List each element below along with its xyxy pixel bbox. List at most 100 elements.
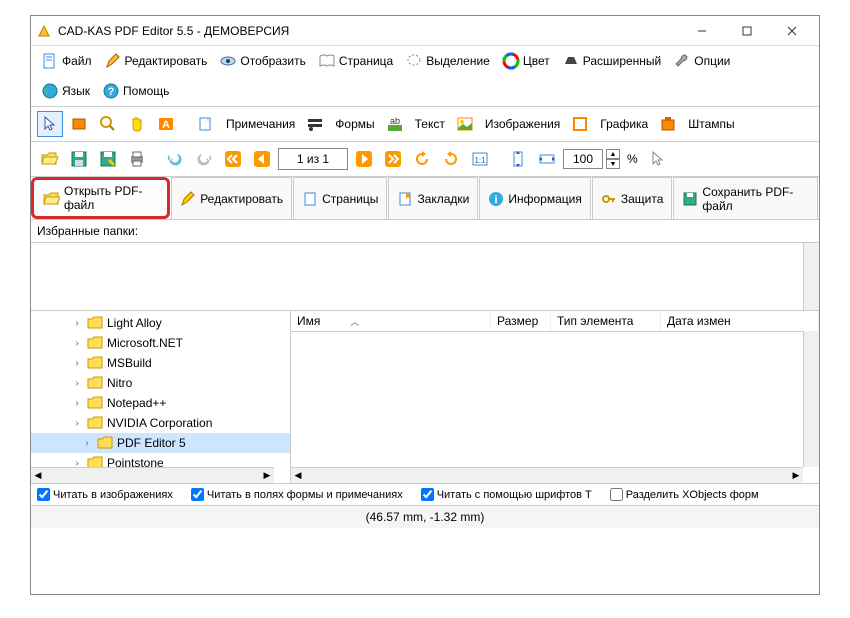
file-browser: ›Light Alloy › Microsoft.NET ›MSBuild›Nitro… <box>31 311 819 483</box>
svg-text:i: i <box>495 194 498 206</box>
folder-icon <box>87 316 103 330</box>
menu-color[interactable]: Цвет <box>498 50 554 72</box>
tab-pages[interactable]: Страницы <box>293 177 387 219</box>
save-as-button[interactable] <box>95 146 121 172</box>
globe-icon <box>41 82 59 100</box>
minimize-button[interactable] <box>679 17 724 45</box>
tree-item[interactable]: ›Light Alloy <box>31 313 290 333</box>
graphics-label[interactable]: Графика <box>596 117 652 131</box>
col-type[interactable]: Тип элемента <box>551 311 661 331</box>
page-input[interactable] <box>278 148 348 170</box>
folder-open-icon <box>42 189 60 207</box>
graphics-tool[interactable] <box>567 111 593 137</box>
stamps-tool[interactable] <box>655 111 681 137</box>
check-forms[interactable]: Читать в полях формы и примечаниях <box>191 488 403 501</box>
list-scroll-h[interactable]: ◀▶ <box>291 467 803 483</box>
print-button[interactable] <box>124 146 150 172</box>
tree-item-label: Notepad++ <box>107 396 166 410</box>
tab-open-pdf[interactable]: Открыть PDF-файл <box>31 177 170 219</box>
tab-save-pdf[interactable]: Сохранить PDF-файл <box>673 177 818 219</box>
menu-help[interactable]: ?Помощь <box>98 80 173 102</box>
menu-language[interactable]: Язык <box>37 80 94 102</box>
maximize-button[interactable] <box>724 17 769 45</box>
select-rect-tool[interactable] <box>66 111 92 137</box>
menubar: Файл Редактировать Отобразить Страница В… <box>31 46 819 107</box>
text-edit-tool[interactable]: ab <box>382 111 408 137</box>
tree-item[interactable]: ›PDF Editor 5 <box>31 433 290 453</box>
wrench-icon <box>673 52 691 70</box>
fit-height-button[interactable] <box>505 146 531 172</box>
images-label[interactable]: Изображения <box>481 117 564 131</box>
tree-item[interactable]: ›MSBuild <box>31 353 290 373</box>
zoom-down-button[interactable]: ▼ <box>606 159 620 169</box>
text-label[interactable]: Текст <box>411 117 449 131</box>
menu-selection[interactable]: Выделение <box>401 50 494 72</box>
lasso-icon <box>405 52 423 70</box>
svg-text:ab: ab <box>390 116 400 126</box>
menu-advanced[interactable]: Расширенный <box>558 50 666 72</box>
list-scroll-v[interactable] <box>803 331 819 467</box>
menu-options[interactable]: Опции <box>669 50 734 72</box>
file-list: Имя︿ Размер Тип элемента Дата измен ◀▶ <box>291 311 819 483</box>
svg-text:1:1: 1:1 <box>474 156 486 165</box>
zoom-tool[interactable] <box>95 111 121 137</box>
tabbar: Открыть PDF-файл Редактировать Страницы … <box>31 177 819 220</box>
fit-11-button[interactable]: 1:1 <box>467 146 493 172</box>
notes-label[interactable]: Примечания <box>222 117 299 131</box>
toolbar-tools: A Примечания Формы ab Текст Изображения … <box>31 107 819 142</box>
hand-tool[interactable] <box>124 111 150 137</box>
save-button[interactable] <box>66 146 92 172</box>
tab-info[interactable]: i Информация <box>479 177 590 219</box>
pointer-tool[interactable] <box>37 111 63 137</box>
scrollbar-vertical[interactable] <box>803 243 819 310</box>
tree-item-label: Microsoft.NET <box>107 336 183 350</box>
folder-icon <box>87 376 103 390</box>
folder-icon <box>87 336 103 350</box>
rotate-cw-button[interactable] <box>438 146 464 172</box>
rotate-ccw-button[interactable] <box>409 146 435 172</box>
tree-item[interactable]: ›Nitro <box>31 373 290 393</box>
check-fonts[interactable]: Читать с помощью шрифтов T <box>421 488 592 501</box>
menu-file[interactable]: Файл <box>37 50 96 72</box>
images-tool[interactable] <box>452 111 478 137</box>
percent-label: % <box>623 152 642 166</box>
next-page-button[interactable] <box>351 146 377 172</box>
menu-view[interactable]: Отобразить <box>215 50 309 72</box>
col-name[interactable]: Имя︿ <box>291 311 491 331</box>
tree-item[interactable]: ›NVIDIA Corporation <box>31 413 290 433</box>
key-icon <box>601 191 617 207</box>
tree-item[interactable]: ›Notepad++ <box>31 393 290 413</box>
tab-security[interactable]: Защита <box>592 177 673 219</box>
redo-button[interactable] <box>191 146 217 172</box>
first-page-button[interactable] <box>220 146 246 172</box>
menu-page[interactable]: Страница <box>314 50 397 72</box>
cursor-button[interactable] <box>645 146 671 172</box>
note-tool[interactable] <box>193 111 219 137</box>
check-xobjects[interactable]: Разделить XObjects форм <box>610 488 759 501</box>
fit-width-button[interactable] <box>534 146 560 172</box>
tree-scroll-h[interactable]: ◀▶ <box>31 467 274 483</box>
zoom-up-button[interactable]: ▲ <box>606 149 620 159</box>
close-button[interactable] <box>769 17 814 45</box>
hat-icon <box>562 52 580 70</box>
forms-label[interactable]: Формы <box>331 117 378 131</box>
favorites-label: Избранные папки: <box>31 220 819 243</box>
open-button[interactable] <box>37 146 63 172</box>
menu-edit[interactable]: Редактировать <box>100 50 212 72</box>
forms-tool[interactable] <box>302 111 328 137</box>
col-date[interactable]: Дата измен <box>661 311 819 331</box>
chevron-right-icon: › <box>71 338 83 349</box>
text-tool[interactable]: A <box>153 111 179 137</box>
window-title: CAD-KAS PDF Editor 5.5 - ДЕМОВЕРСИЯ <box>58 24 679 38</box>
undo-button[interactable] <box>162 146 188 172</box>
tab-edit[interactable]: Редактировать <box>171 177 292 219</box>
stamps-label[interactable]: Штампы <box>684 117 738 131</box>
check-images[interactable]: Читать в изображениях <box>37 488 173 501</box>
tree-item-label: Light Alloy <box>107 316 162 330</box>
tree-item[interactable]: › Microsoft.NET <box>31 333 290 353</box>
tab-bookmarks[interactable]: Закладки <box>388 177 478 219</box>
col-size[interactable]: Размер <box>491 311 551 331</box>
prev-page-button[interactable] <box>249 146 275 172</box>
last-page-button[interactable] <box>380 146 406 172</box>
zoom-input[interactable] <box>563 149 603 169</box>
